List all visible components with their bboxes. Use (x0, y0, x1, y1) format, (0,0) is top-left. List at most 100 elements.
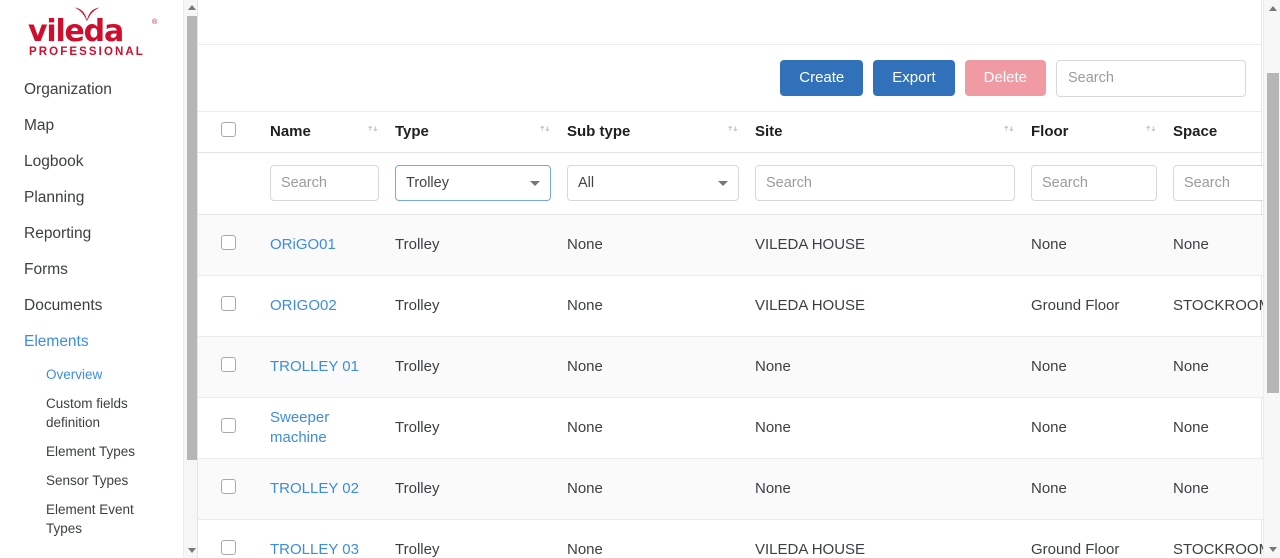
row-checkbox-icon[interactable] (221, 296, 236, 311)
element-name-link[interactable]: TROLLEY 03 (270, 540, 359, 558)
page-scrollbar[interactable] (1263, 0, 1280, 558)
row-checkbox-icon[interactable] (221, 235, 236, 250)
header-select-all-cell (198, 112, 270, 152)
header-type-label: Type (395, 123, 429, 140)
row-select-cell (198, 458, 270, 519)
filter-subtype-cell: All (567, 152, 755, 214)
delete-button[interactable]: Delete (965, 60, 1046, 96)
registered-mark: ® (152, 19, 157, 26)
header-type[interactable]: Type (395, 112, 567, 152)
sort-icon[interactable] (367, 125, 379, 138)
cell-site: VILEDA HOUSE (755, 214, 1031, 275)
filter-name-input[interactable] (270, 165, 379, 201)
sidebar-item-organization[interactable]: Organization (0, 72, 183, 108)
brand-logo[interactable]: vileda ® PROFESSIONAL (0, 0, 183, 72)
sidebar-scroll-down-arrow-icon[interactable] (184, 543, 198, 558)
cell-subtype: None (567, 397, 755, 458)
sidebar-scrollbar[interactable] (183, 0, 198, 558)
sidebar-item-reporting[interactable]: Reporting (0, 216, 183, 252)
table-row[interactable]: ORiGO01 Trolley None VILEDA HOUSE None N… (198, 214, 1280, 275)
sidebar-subitem-element-event-types[interactable]: Element Event Types (0, 495, 183, 543)
create-button[interactable]: Create (780, 60, 863, 96)
page-scroll-down-arrow-icon[interactable] (1264, 541, 1280, 558)
row-checkbox-icon[interactable] (221, 418, 236, 433)
cell-subtype: None (567, 214, 755, 275)
row-select-cell (198, 336, 270, 397)
element-name-link[interactable]: ORIGO02 (270, 296, 337, 316)
sidebar-subitem-sensor-types[interactable]: Sensor Types (0, 466, 183, 495)
sidebar-item-logbook[interactable]: Logbook (0, 144, 183, 180)
cell-type: Trolley (395, 397, 567, 458)
cell-floor: None (1031, 458, 1173, 519)
cell-site: VILEDA HOUSE (755, 275, 1031, 336)
global-search-input[interactable] (1056, 60, 1246, 97)
cell-name: TROLLEY 02 (270, 458, 395, 519)
element-name-link[interactable]: ORiGO01 (270, 235, 336, 255)
table-row[interactable]: TROLLEY 03 Trolley None VILEDA HOUSE Gro… (198, 519, 1280, 558)
filter-spacer-cell (198, 152, 270, 214)
table-row[interactable]: TROLLEY 01 Trolley None None None None (198, 336, 1280, 397)
filter-floor-cell (1031, 152, 1173, 214)
row-checkbox-icon[interactable] (221, 357, 236, 372)
sidebar-item-planning[interactable]: Planning (0, 180, 183, 216)
filter-subtype-select[interactable]: All (567, 165, 739, 201)
row-checkbox-icon[interactable] (221, 479, 236, 494)
sidebar-scroll-thumb[interactable] (187, 16, 198, 460)
cell-site: None (755, 397, 1031, 458)
element-name-link[interactable]: Sweeper machine (270, 408, 379, 448)
element-name-link[interactable]: TROLLEY 01 (270, 357, 359, 377)
cell-type: Trolley (395, 214, 567, 275)
filter-type-cell: Trolley (395, 152, 567, 214)
sidebar-item-elements[interactable]: Elements (0, 324, 183, 360)
filter-type-value: Trolley (406, 175, 449, 191)
table-row[interactable]: TROLLEY 02 Trolley None None None None (198, 458, 1280, 519)
logo-tagline: PROFESSIONAL (29, 46, 145, 58)
sort-icon[interactable] (1145, 125, 1157, 138)
cell-type: Trolley (395, 458, 567, 519)
sort-icon[interactable] (539, 125, 551, 138)
page-scroll-thumb[interactable] (1267, 73, 1279, 393)
select-all-checkbox-icon[interactable] (221, 122, 236, 137)
page-scroll-up-arrow-icon[interactable] (1264, 0, 1280, 17)
export-button[interactable]: Export (873, 60, 954, 96)
sidebar-subitem-element-types[interactable]: Element Types (0, 437, 183, 466)
filter-site-cell (755, 152, 1031, 214)
cell-type: Trolley (395, 336, 567, 397)
header-floor[interactable]: Floor (1031, 112, 1173, 152)
header-space-label: Space (1173, 123, 1217, 140)
table-row[interactable]: Sweeper machine Trolley None None None N… (198, 397, 1280, 458)
header-subtype-label: Sub type (567, 123, 630, 140)
cell-site: VILEDA HOUSE (755, 519, 1031, 558)
filter-floor-input[interactable] (1031, 165, 1157, 201)
sidebar-item-forms[interactable]: Forms (0, 252, 183, 288)
filter-type-select[interactable]: Trolley (395, 165, 551, 201)
filter-subtype-value: All (578, 175, 594, 191)
header-site[interactable]: Site (755, 112, 1031, 152)
filter-name-cell (270, 152, 395, 214)
chevron-down-icon (530, 181, 540, 186)
header-floor-label: Floor (1031, 123, 1069, 140)
sidebar-subitem-custom-fields-definition[interactable]: Custom fields definition (0, 389, 183, 437)
sidebar-content: vileda ® PROFESSIONAL Organization Map L… (0, 0, 183, 558)
cell-floor: None (1031, 397, 1173, 458)
table-row[interactable]: ORIGO02 Trolley None VILEDA HOUSE Ground… (198, 275, 1280, 336)
cell-name: TROLLEY 01 (270, 336, 395, 397)
header-subtype[interactable]: Sub type (567, 112, 755, 152)
cell-floor: None (1031, 336, 1173, 397)
cell-type: Trolley (395, 275, 567, 336)
sidebar-subitem-overview[interactable]: Overview (0, 360, 183, 389)
vileda-logo: vileda ® PROFESSIONAL (28, 6, 160, 58)
cell-name: Sweeper machine (270, 397, 395, 458)
filter-site-input[interactable] (755, 165, 1015, 201)
element-name-link[interactable]: TROLLEY 02 (270, 479, 359, 499)
sort-icon[interactable] (1003, 125, 1015, 138)
cell-subtype: None (567, 519, 755, 558)
sidebar-item-documents[interactable]: Documents (0, 288, 183, 324)
sidebar-scroll-up-arrow-icon[interactable] (184, 0, 198, 15)
sort-icon[interactable] (727, 125, 739, 138)
row-checkbox-icon[interactable] (221, 540, 236, 555)
column-filter-row: Trolley All (198, 152, 1280, 214)
chevron-down-icon (718, 181, 728, 186)
sidebar-item-map[interactable]: Map (0, 108, 183, 144)
header-name[interactable]: Name (270, 112, 395, 152)
